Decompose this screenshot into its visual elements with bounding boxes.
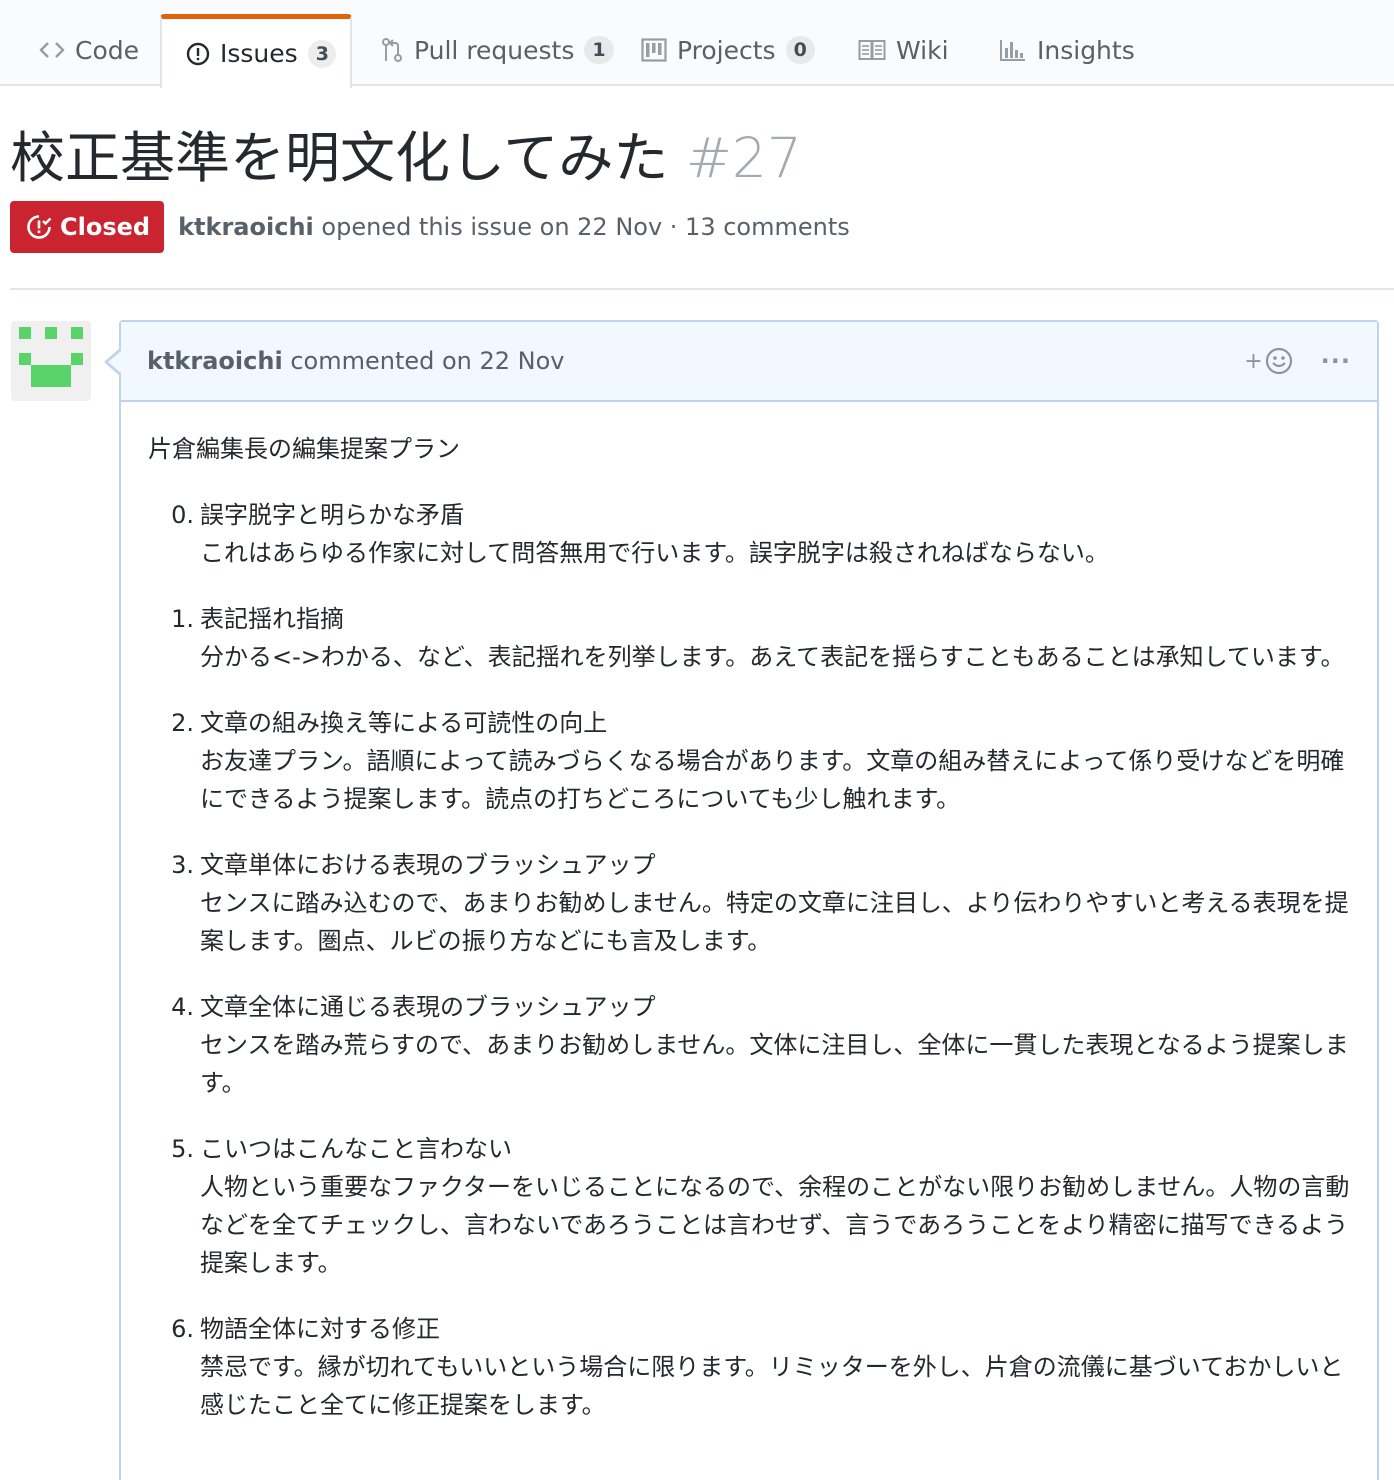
add-reaction-plus: + — [1244, 348, 1263, 374]
issue-number: #27 — [685, 126, 802, 190]
list-item: 3. 文章単体における表現のブラッシュアップセンスに踏み込むので、あまりお勧めし… — [148, 846, 1351, 960]
list-item: 1. 表記揺れ指摘分かる<->わかる、など、表記揺れを列挙します。あえて表記を揺… — [148, 600, 1351, 676]
tab-projects[interactable]: Projects 0 — [617, 14, 839, 86]
issue-author-link[interactable]: ktkraoichi — [178, 213, 314, 241]
list-item-description: これはあらゆる作家に対して問答無用で行います。誤字脱字は殺されねばならない。 — [200, 539, 1109, 567]
tab-wiki-label: Wiki — [896, 35, 949, 65]
git-pull-request-icon — [380, 37, 404, 63]
issues-count-badge: 3 — [307, 39, 336, 68]
tab-wiki[interactable]: Wiki — [834, 14, 973, 86]
list-item-heading: こいつはこんなこと言わない — [200, 1135, 512, 1163]
comment-meta-text: commented on 22 Nov — [290, 347, 565, 375]
tab-pull-requests[interactable]: Pull requests 1 — [356, 14, 638, 86]
list-item-number: 2. — [171, 709, 194, 737]
list-item-description: 禁忌です。縁が切れてもいいという場合に限ります。リミッターを外し、片倉の流儀に基… — [200, 1353, 1344, 1419]
tab-code-label: Code — [75, 35, 140, 65]
list-item: 5. こいつはこんなこと言わない人物という重要なファクターをいじることになるので… — [148, 1130, 1351, 1282]
comment-intro: 片倉編集長の編集提案プラン — [148, 435, 460, 463]
issue-meta: ktkraoichi opened this issue on 22 Nov ·… — [178, 213, 850, 241]
avatar[interactable] — [11, 321, 91, 401]
issue-state-badge: Closed — [10, 201, 165, 253]
tab-pull-requests-label: Pull requests — [414, 35, 575, 65]
comment-meta: ktkraoichi commented on 22 Nov — [147, 347, 565, 375]
tab-code[interactable]: Code — [15, 14, 163, 86]
tab-insights[interactable]: Insights — [975, 14, 1159, 86]
list-item-description: センスを踏み荒らすので、あまりお勧めしません。文体に注目し、全体に一貫した表現と… — [200, 1031, 1349, 1097]
book-icon — [858, 39, 886, 61]
list-item-description: センスに踏み込むので、あまりお勧めしません。特定の文章に注目し、より伝わりやすい… — [200, 889, 1349, 955]
comment-body: 片倉編集長の編集提案プラン 0. 誤字脱字と明らかな矛盾これはあらゆる作家に対し… — [121, 402, 1377, 1424]
list-item-heading: 文章の組み換え等による可読性の向上 — [200, 709, 608, 737]
list-item-number: 6. — [171, 1315, 194, 1343]
plan-list: 0. 誤字脱字と明らかな矛盾これはあらゆる作家に対して問答無用で行います。誤字脱… — [148, 496, 1351, 1424]
comment-actions: + ··· — [1244, 322, 1351, 400]
list-item-heading: 文章単体における表現のブラッシュアップ — [200, 851, 656, 879]
list-item-number: 3. — [171, 851, 194, 879]
list-item-description: 分かる<->わかる、など、表記揺れを列挙します。あえて表記を揺らすこともあること… — [200, 643, 1345, 671]
list-item-heading: 文章全体に通じる表現のブラッシュアップ — [200, 993, 656, 1021]
list-item-number: 5. — [171, 1135, 194, 1163]
code-icon — [39, 40, 65, 60]
pull-requests-count-badge: 1 — [584, 36, 614, 64]
graph-icon — [999, 38, 1027, 62]
issue-state-row: Closed ktkraoichi opened this issue on 2… — [10, 201, 850, 253]
add-reaction-button[interactable]: + — [1244, 347, 1292, 375]
issue-opened-icon — [186, 42, 210, 66]
comment-options-button[interactable]: ··· — [1321, 347, 1351, 375]
list-item-description: お友達プラン。語順によって読みづらくなる場合があります。文章の組み替えによって係… — [200, 747, 1345, 813]
comment-author-link[interactable]: ktkraoichi — [147, 347, 283, 375]
issue-title: 校正基準を明文化してみた #27 — [10, 120, 1380, 196]
tab-insights-label: Insights — [1037, 35, 1135, 65]
issue-comment: ktkraoichi commented on 22 Nov + ··· 片倉編… — [104, 320, 1379, 1480]
repo-nav-tabs: Code Issues 3 Pull requests 1 Projects 0… — [0, 0, 1394, 88]
issue-state-label: Closed — [60, 213, 151, 241]
list-item-number: 4. — [171, 993, 194, 1021]
list-item-description: 人物という重要なファクターをいじることになるので、余程のことがない限りお勧めしま… — [200, 1173, 1350, 1277]
list-item: 0. 誤字脱字と明らかな矛盾これはあらゆる作家に対して問答無用で行います。誤字脱… — [148, 496, 1351, 572]
list-item-number: 0. — [171, 501, 194, 529]
tab-issues-label: Issues — [220, 39, 298, 68]
list-item-number: 1. — [171, 605, 194, 633]
tab-issues[interactable]: Issues 3 — [160, 14, 352, 88]
header-divider — [10, 288, 1394, 290]
smiley-icon — [1265, 347, 1293, 375]
list-item: 4. 文章全体に通じる表現のブラッシュアップセンスを踏み荒らすので、あまりお勧め… — [148, 988, 1351, 1102]
issue-closed-icon — [26, 214, 52, 240]
issue-title-text: 校正基準を明文化してみた — [10, 126, 669, 190]
comment-header: ktkraoichi commented on 22 Nov + ··· — [121, 322, 1377, 402]
project-icon — [641, 38, 667, 62]
issue-meta-text: opened this issue on 22 Nov · 13 comment… — [321, 213, 850, 241]
projects-count-badge: 0 — [785, 36, 815, 64]
list-item: 6. 物語全体に対する修正禁忌です。縁が切れてもいいという場合に限ります。リミッ… — [148, 1310, 1351, 1424]
list-item-heading: 表記揺れ指摘 — [200, 605, 344, 633]
list-item: 2. 文章の組み換え等による可読性の向上お友達プラン。語順によって読みづらくなる… — [148, 704, 1351, 818]
tab-projects-label: Projects — [677, 35, 776, 65]
identicon-image — [11, 321, 91, 401]
list-item-heading: 誤字脱字と明らかな矛盾 — [200, 501, 464, 529]
list-item-heading: 物語全体に対する修正 — [200, 1315, 440, 1343]
